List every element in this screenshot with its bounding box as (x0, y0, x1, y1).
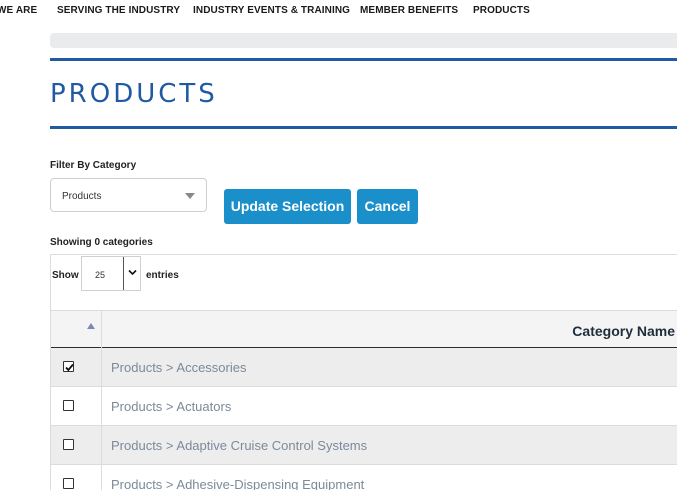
showing-count: Showing 0 categories (50, 237, 153, 248)
category-table: Show 25 entries Category Name Products >… (50, 254, 677, 490)
category-name-cell: Products > Adaptive Cruise Control Syste… (111, 438, 368, 453)
category-name-cell: Products > Accessories (111, 360, 247, 375)
table-row: Products > Adaptive Cruise Control Syste… (51, 426, 677, 465)
sort-ascending-icon[interactable] (87, 323, 95, 329)
length-prefix-label: Show (52, 270, 79, 281)
nav-item-products[interactable]: PRODUCTS (473, 5, 530, 16)
checkmark-icon (65, 363, 74, 372)
table-grid: Category Name Products > Accessories Pro… (51, 310, 677, 490)
update-selection-button[interactable]: Update Selection (224, 189, 351, 224)
entries-per-page-value: 25 (95, 270, 106, 280)
filter-label: Filter By Category (50, 160, 137, 171)
row-checkbox[interactable] (63, 361, 74, 372)
chevron-down-icon (128, 269, 137, 276)
breadcrumb-bar (50, 33, 677, 48)
row-checkbox[interactable] (63, 400, 74, 411)
category-name-cell: Products > Adhesive-Dispensing Equipment (111, 477, 365, 490)
category-select[interactable]: Products (50, 178, 207, 212)
table-header: Category Name (51, 310, 677, 348)
page-title: PRODUCTS (50, 79, 218, 109)
category-select-value: Products (62, 191, 102, 202)
nav-item-serving-the-industry[interactable]: SERVING THE INDUSTRY (57, 5, 180, 16)
title-rule-top (50, 58, 677, 61)
select-column-header[interactable] (51, 311, 102, 348)
dropdown-arrow (123, 257, 140, 290)
nav-item-who-we-are[interactable]: WE ARE (0, 5, 37, 16)
nav-item-member-benefits[interactable]: MEMBER BENEFITS (360, 5, 458, 16)
top-navigation: WE ARE SERVING THE INDUSTRY INDUSTRY EVE… (0, 0, 677, 22)
nav-item-industry-events-training[interactable]: INDUSTRY EVENTS & TRAINING (193, 5, 350, 16)
table-row: Products > Accessories (51, 348, 677, 387)
length-suffix-label: entries (146, 270, 179, 281)
table-row: Products > Actuators (51, 387, 677, 426)
category-name-cell: Products > Actuators (111, 399, 232, 414)
category-name-column-header[interactable]: Category Name (572, 323, 675, 339)
row-checkbox[interactable] (63, 478, 74, 489)
chevron-down-icon (185, 193, 195, 199)
cancel-button[interactable]: Cancel (357, 189, 418, 224)
title-rule-bottom (50, 126, 677, 129)
table-row: Products > Adhesive-Dispensing Equipment (51, 465, 677, 490)
entries-per-page-select[interactable]: 25 (81, 256, 141, 291)
row-checkbox[interactable] (63, 439, 74, 450)
